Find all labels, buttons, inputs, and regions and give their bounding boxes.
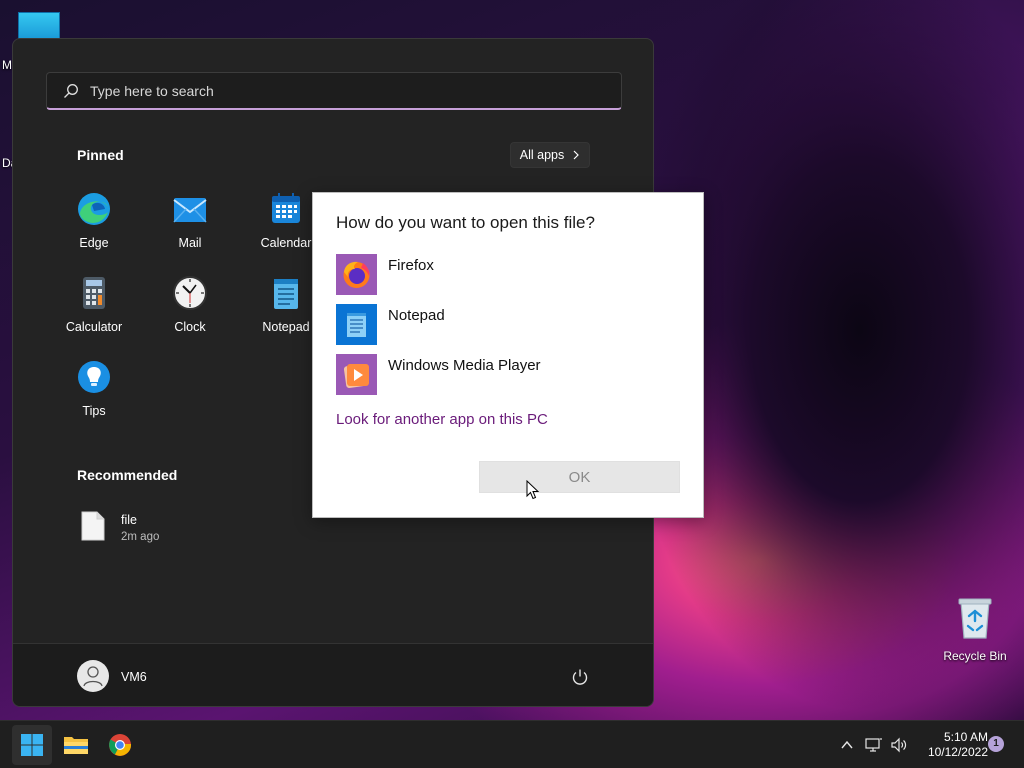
pinned-app-mail[interactable]: Mail (150, 191, 230, 250)
recycle-bin-icon (958, 598, 992, 639)
recycle-bin-label: Recycle Bin (943, 649, 1007, 663)
document-icon (81, 511, 105, 541)
start-button[interactable] (12, 725, 52, 765)
notification-badge[interactable]: 1 (988, 736, 1004, 752)
avatar[interactable] (77, 660, 109, 692)
app-option-label: Notepad (388, 307, 445, 324)
media-player-icon (336, 354, 377, 395)
recommended-item-name: file (121, 513, 137, 527)
app-option-label: Firefox (388, 257, 434, 274)
chrome-icon (109, 734, 132, 756)
taskbar: 5:10 AM 10/12/2022 (0, 720, 1024, 768)
recommended-item[interactable]: file 2m ago (81, 511, 159, 543)
mouse-cursor-icon (526, 480, 540, 500)
recommended-item-time: 2m ago (121, 531, 160, 543)
pinned-app-label: Clock (174, 320, 206, 334)
calculator-icon (83, 277, 105, 309)
pinned-app-label: Edge (79, 236, 109, 250)
pinned-app-label: Tips (82, 404, 106, 418)
calendar-icon (272, 193, 300, 223)
ok-button[interactable]: OK (479, 461, 680, 493)
recommended-title: Recommended (77, 467, 178, 483)
desktop-shortcut-icon[interactable] (18, 12, 60, 40)
taskbar-clock[interactable]: 5:10 AM 10/12/2022 (912, 730, 992, 760)
chevron-right-icon (573, 150, 580, 160)
firefox-icon (336, 254, 377, 295)
app-option-media-player[interactable]: Windows Media Player (336, 354, 541, 396)
user-icon (83, 666, 103, 687)
pinned-app-edge[interactable]: Edge (54, 191, 134, 250)
app-option-firefox[interactable]: Firefox (336, 254, 434, 296)
search-input[interactable] (90, 82, 570, 99)
pinned-app-label: Calculator (65, 320, 123, 334)
chrome-button[interactable] (100, 725, 140, 765)
file-explorer-button[interactable] (56, 725, 96, 765)
all-apps-label: All apps (519, 148, 565, 162)
app-option-notepad[interactable]: Notepad (336, 304, 445, 346)
pinned-app-calculator[interactable]: Calculator (54, 275, 134, 334)
user-name[interactable]: VM6 (121, 670, 147, 684)
start-icon (21, 734, 43, 756)
open-with-dialog: How do you want to open this file? Firef… (312, 192, 704, 518)
all-apps-button[interactable]: All apps (510, 142, 590, 168)
clock-icon (173, 276, 207, 310)
pinned-title: Pinned (77, 147, 124, 163)
desktop-label-partial: M (2, 58, 12, 72)
pinned-app-label: Mail (178, 236, 202, 250)
search-icon (64, 83, 78, 98)
pinned-app-clock[interactable]: Clock (150, 275, 230, 334)
chevron-up-icon[interactable] (840, 738, 854, 752)
recycle-bin[interactable]: Recycle Bin (940, 596, 1010, 663)
edge-icon (78, 193, 110, 225)
notepad-icon (336, 304, 377, 345)
start-menu-footer: VM6 (13, 643, 653, 706)
power-icon[interactable] (571, 668, 589, 686)
clock-date: 10/12/2022 (927, 745, 988, 759)
file-explorer-icon (64, 737, 88, 754)
dialog-title: How do you want to open this file? (336, 213, 595, 232)
app-option-label: Windows Media Player (388, 357, 541, 374)
search-box[interactable] (46, 72, 622, 110)
mail-icon (173, 198, 207, 223)
tips-icon (78, 361, 110, 393)
notepad-icon (274, 279, 298, 309)
network-icon[interactable] (865, 736, 883, 754)
clock-time: 5:10 AM (943, 730, 988, 744)
look-for-another-app-link[interactable]: Look for another app on this PC (336, 411, 548, 428)
pinned-app-tips[interactable]: Tips (54, 359, 134, 418)
volume-icon[interactable] (890, 736, 908, 754)
